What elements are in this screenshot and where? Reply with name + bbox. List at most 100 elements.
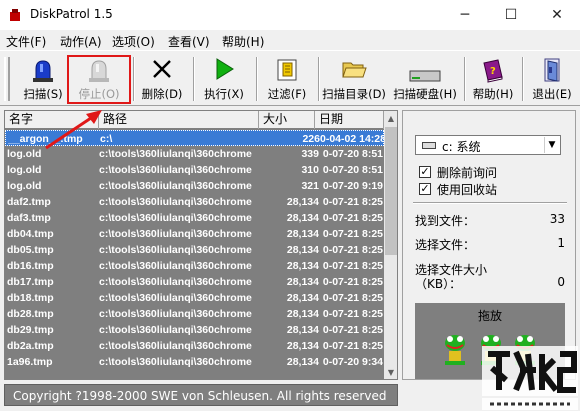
annotation-arrow bbox=[45, 110, 102, 150]
delete-label: 删除(D) bbox=[141, 87, 183, 101]
row-date: 0-07-21 8:25 bbox=[322, 276, 383, 288]
help-button[interactable]: ? 帮助(H) bbox=[468, 53, 518, 105]
row-size: 28,134 bbox=[286, 196, 319, 208]
folder-open-icon bbox=[342, 62, 367, 78]
row-name: db18.tmp bbox=[7, 292, 54, 304]
table-row[interactable]: db28.tmp c:\tools\360liulanqi\360chrome 28… bbox=[5, 306, 384, 322]
filter-label: 过滤(F) bbox=[267, 87, 307, 101]
window-title: DiskPatrol 1.5 bbox=[30, 7, 113, 21]
drive-select[interactable]: c: 系统 ▼ bbox=[415, 135, 561, 155]
table-row[interactable]: db29.tmp c:\tools\360liulanqi\360chrome 28… bbox=[5, 322, 384, 338]
scroll-thumb[interactable] bbox=[385, 127, 397, 255]
toolbar-separator bbox=[193, 57, 195, 101]
delete-button[interactable]: 删除(D) bbox=[138, 53, 186, 105]
row-date: 0-04-02 14:28 bbox=[320, 133, 384, 145]
row-date: 0-07-21 8:25 bbox=[322, 308, 383, 320]
row-size: 339 bbox=[301, 148, 319, 160]
row-size: 28,134 bbox=[286, 228, 319, 240]
scan-directory-button[interactable]: 扫描目录(D) bbox=[320, 53, 388, 105]
menu-help[interactable]: 帮助(H) bbox=[222, 33, 264, 50]
row-size: 28,134 bbox=[286, 244, 319, 256]
row-size: 28,134 bbox=[286, 292, 319, 304]
table-row[interactable]: daf3.tmp c:\tools\360liulanqi\360chrome 28… bbox=[5, 210, 384, 226]
confirm-delete-checkbox[interactable]: ✓ 删除前询问 bbox=[419, 164, 497, 180]
menu-view[interactable]: 查看(V) bbox=[168, 33, 210, 50]
checkbox-checked-icon[interactable]: ✓ bbox=[419, 183, 431, 195]
header-path[interactable]: 路径 bbox=[99, 111, 259, 129]
header-size[interactable]: 大小 bbox=[259, 111, 315, 129]
table-row[interactable]: log.old c:\tools\360liulanqi\360chrome 310… bbox=[5, 162, 384, 178]
table-row[interactable]: db2a.tmp c:\tools\360liulanqi\360chrome 28… bbox=[5, 338, 384, 354]
row-path: c:\tools\360liulanqi\360chrome bbox=[99, 308, 252, 320]
row-name: db17.tmp bbox=[7, 276, 54, 288]
title-bar: DiskPatrol 1.5 ─ ☐ ✕ bbox=[0, 0, 580, 30]
stop-button-highlight bbox=[67, 55, 131, 104]
menu-action[interactable]: 动作(A) bbox=[60, 33, 102, 50]
selected-size-unit: （KB）： bbox=[415, 277, 462, 291]
row-path: c:\ bbox=[100, 133, 113, 145]
header-date[interactable]: 日期 bbox=[315, 111, 384, 129]
checkbox-checked-icon[interactable]: ✓ bbox=[419, 166, 431, 178]
vertical-scrollbar[interactable]: ▲ ▼ bbox=[384, 111, 397, 379]
row-name: 1a96.tmp bbox=[7, 356, 53, 368]
drive-select-value: c: 系统 bbox=[442, 140, 481, 154]
table-row[interactable]: db05.tmp c:\tools\360liulanqi\360chrome 28… bbox=[5, 242, 384, 258]
row-size: 28,134 bbox=[286, 260, 319, 272]
chevron-down-icon[interactable]: ▼ bbox=[544, 137, 559, 153]
row-path: c:\tools\360liulanqi\360chrome bbox=[99, 244, 252, 256]
files-found-value: 33 bbox=[549, 212, 565, 226]
recycle-bin-label: 使用回收站 bbox=[437, 182, 498, 197]
table-row[interactable]: daf2.tmp c:\tools\360liulanqi\360chrome 28… bbox=[5, 194, 384, 210]
row-path: c:\tools\360liulanqi\360chrome bbox=[99, 276, 252, 288]
row-date: 0-07-21 8:25 bbox=[322, 260, 383, 272]
row-path: c:\tools\360liulanqi\360chrome bbox=[99, 212, 252, 224]
scan-directory-label: 扫描目录(D) bbox=[322, 87, 386, 101]
scan-disk-label: 扫描硬盘(H) bbox=[393, 87, 457, 101]
row-path: c:\tools\360liulanqi\360chrome bbox=[99, 340, 252, 352]
row-date: 0-07-20 9:19 bbox=[322, 180, 383, 192]
table-row[interactable]: db17.tmp c:\tools\360liulanqi\360chrome 28… bbox=[5, 274, 384, 290]
play-icon bbox=[216, 58, 234, 80]
toolbar-grip[interactable] bbox=[4, 57, 10, 101]
close-button[interactable]: ✕ bbox=[534, 0, 580, 30]
scan-button[interactable]: 扫描(S) bbox=[20, 53, 66, 105]
row-name: log.old bbox=[7, 180, 42, 192]
exit-door-icon bbox=[544, 58, 560, 82]
menu-file[interactable]: 文件(F) bbox=[6, 33, 46, 50]
row-date: 0-07-20 8:51 bbox=[322, 148, 383, 160]
table-row[interactable]: 1a96.tmp c:\tools\360liulanqi\360chrome 28… bbox=[5, 354, 384, 370]
divider bbox=[413, 202, 567, 204]
table-row[interactable]: db04.tmp c:\tools\360liulanqi\360chrome 28… bbox=[5, 226, 384, 242]
scroll-down-icon[interactable]: ▼ bbox=[384, 365, 397, 379]
row-name: db2a.tmp bbox=[7, 340, 54, 352]
table-row[interactable]: log.old c:\tools\360liulanqi\360chrome 321… bbox=[5, 178, 384, 194]
row-name: db29.tmp bbox=[7, 324, 54, 336]
row-path: c:\tools\360liulanqi\360chrome bbox=[99, 164, 252, 176]
row-date: 0-07-21 8:25 bbox=[322, 292, 383, 304]
exit-button[interactable]: 退出(E) bbox=[526, 53, 578, 105]
table-row[interactable]: db16.tmp c:\tools\360liulanqi\360chrome 28… bbox=[5, 258, 384, 274]
table-row[interactable]: db18.tmp c:\tools\360liulanqi\360chrome 28… bbox=[5, 290, 384, 306]
row-size: 28,134 bbox=[286, 276, 319, 288]
minimize-button[interactable]: ─ bbox=[442, 0, 488, 30]
help-book-icon: ? bbox=[483, 59, 503, 83]
menu-options[interactable]: 选项(O) bbox=[112, 33, 155, 50]
row-name: daf3.tmp bbox=[7, 212, 51, 224]
row-path: c:\tools\360liulanqi\360chrome bbox=[99, 324, 252, 336]
status-bar: Copyright ?1998-2000 SWE von Schleusen. … bbox=[4, 384, 398, 406]
row-date: 0-07-21 8:25 bbox=[322, 340, 383, 352]
recycle-bin-checkbox[interactable]: ✓ 使用回收站 bbox=[419, 181, 497, 197]
frog-icon bbox=[445, 335, 465, 365]
row-date: 0-07-20 8:51 bbox=[322, 164, 383, 176]
hard-disk-icon bbox=[409, 70, 441, 82]
menu-bar: 文件(F) 动作(A) 选项(O) 查看(V) 帮助(H) bbox=[0, 30, 580, 50]
list-rows: __argon__.tmp c:\ 226 0-04-02 14:28 log.old c… bbox=[5, 130, 384, 370]
delete-x-icon bbox=[153, 60, 171, 78]
scan-disk-button[interactable]: 扫描硬盘(H) bbox=[390, 53, 460, 105]
row-date: 0-07-21 8:25 bbox=[322, 244, 383, 256]
execute-button[interactable]: 执行(X) bbox=[198, 53, 250, 105]
scroll-up-icon[interactable]: ▲ bbox=[384, 111, 397, 125]
filter-button[interactable]: 过滤(F) bbox=[261, 53, 313, 105]
drive-icon bbox=[422, 142, 436, 149]
maximize-button[interactable]: ☐ bbox=[488, 0, 534, 30]
